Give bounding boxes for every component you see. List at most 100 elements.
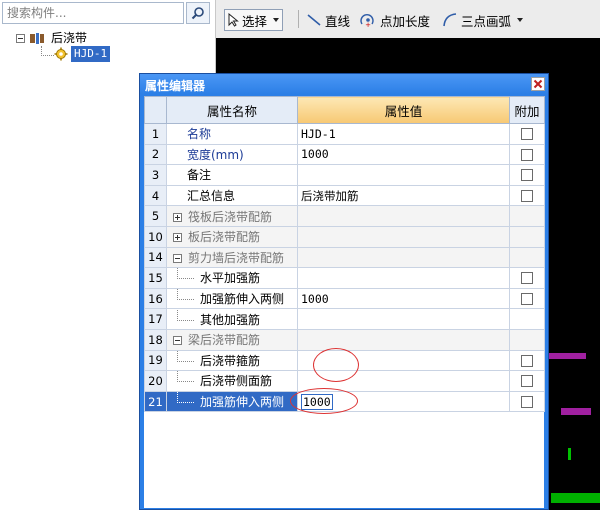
collapse-toggle[interactable] [16,33,25,43]
search-box [2,2,184,24]
search-input[interactable] [3,3,183,23]
property-value: 1000 [301,291,329,306]
table-row[interactable]: 1 名称 HJD-1 [144,123,545,145]
property-name-cell: 名称 [166,123,298,145]
collapse-icon[interactable] [173,336,182,346]
row-number: 4 [144,184,167,207]
row-number: 20 [144,370,167,392]
three-point-arc-button[interactable]: 三点画弧 [442,9,524,31]
extra-cell [509,246,545,269]
extra-checkbox[interactable] [521,128,533,141]
tree-node-hjd-1[interactable]: HJD-1 [54,46,111,62]
header-name: 属性名称 [166,96,298,124]
table-row[interactable]: 18 梁后浇带配筋 [144,328,545,351]
extra-cell [509,287,545,310]
row-number: 15 [144,267,167,289]
canvas-element [568,448,571,460]
tree-node-root[interactable]: 后浇带 [16,30,90,46]
property-value-cell[interactable] [297,164,510,186]
expand-icon[interactable] [173,233,182,243]
search-button[interactable] [186,2,210,24]
row-number: 1 [144,123,167,145]
extra-cell [509,370,545,392]
drawing-toolbar: 选择 直线 + 点加长度 三点画弧 [216,0,600,39]
table-row[interactable]: 16 加强筋伸入两侧 1000 [144,287,545,310]
property-name: 备注 [187,168,212,183]
extra-checkbox[interactable] [521,375,533,388]
tree-connector [41,46,54,56]
close-icon [533,79,543,89]
tree-root-label: 后浇带 [51,31,88,45]
toolbar-divider [298,10,299,28]
property-name: 剪力墙后浇带配筋 [188,250,285,265]
property-name-cell: 水平加强筋 [166,267,298,289]
table-row[interactable]: 17 其他加强筋 [144,308,545,330]
property-value: 1000 [301,147,329,162]
extra-checkbox[interactable] [521,148,533,161]
property-value-cell[interactable]: HJD-1 [297,123,510,145]
property-name-cell: 后浇带侧面筋 [166,370,298,392]
property-value-cell[interactable]: 1000 [297,287,510,310]
arc-tool-icon [443,13,457,27]
extra-checkbox[interactable] [521,396,533,409]
table-row[interactable]: 15 水平加强筋 [144,267,545,289]
property-value-cell[interactable] [297,328,510,351]
point-extend-icon: + [360,14,374,28]
row-number: 5 [144,205,167,227]
property-name: 名称 [187,127,212,142]
property-name-cell: 其他加强筋 [166,308,298,330]
annotation-circle [313,348,359,382]
property-name-cell: 加强筋伸入两侧 [166,390,298,413]
close-button[interactable] [531,77,545,91]
table-row[interactable]: 14 剪力墙后浇带配筋 [144,246,545,269]
tree-branch [177,351,194,362]
line-label: 直线 [325,13,351,29]
extra-cell [509,205,545,227]
select-button[interactable]: 选择 [224,9,284,31]
property-name-cell: 板后浇带配筋 [166,225,298,248]
extra-cell [509,390,545,413]
property-name-cell: 备注 [166,164,298,186]
property-value-cell[interactable] [297,246,510,269]
extra-checkbox[interactable] [521,293,533,306]
property-name: 筏板后浇带配筋 [188,209,273,224]
property-value-cell[interactable] [297,225,510,248]
property-name: 水平加强筋 [200,271,261,286]
property-name-cell: 筏板后浇带配筋 [166,205,298,227]
chevron-down-icon[interactable] [273,18,280,22]
property-value-cell[interactable] [297,308,510,330]
property-name: 加强筋伸入两侧 [200,292,285,307]
table-row[interactable]: 2 宽度(mm) 1000 [144,143,545,166]
gear-icon [54,47,68,61]
point-extend-button[interactable]: + 点加长度 [359,9,430,31]
extra-checkbox[interactable] [521,169,533,182]
dialog-title-bar[interactable]: 属性编辑器 [140,74,548,94]
property-value: HJD-1 [301,126,336,141]
property-value-cell[interactable] [297,205,510,227]
expand-icon[interactable] [173,212,182,222]
property-name: 汇总信息 [187,189,236,204]
table-row[interactable]: 5 筏板后浇带配筋 [144,205,545,227]
extra-checkbox[interactable] [521,354,533,367]
row-number: 17 [144,308,167,330]
canvas-element [546,353,586,359]
extra-checkbox[interactable] [521,190,533,203]
arc-label: 三点画弧 [461,13,512,29]
property-value-cell[interactable] [297,267,510,289]
header-value: 属性值 [297,96,510,124]
property-value-cell[interactable]: 后浇带加筋 [297,184,510,207]
table-row[interactable]: 4 汇总信息 后浇带加筋 [144,184,545,207]
property-name: 后浇带箍筋 [200,353,261,368]
property-name: 宽度(mm) [187,147,244,162]
tree-branch [177,392,194,404]
line-button[interactable]: 直线 [306,9,350,31]
extra-checkbox[interactable] [521,272,533,285]
property-name: 板后浇带配筋 [188,230,261,245]
table-row[interactable]: 10 板后浇带配筋 [144,225,545,248]
property-name: 其他加强筋 [200,312,261,327]
table-row[interactable]: 3 备注 [144,164,545,186]
collapse-icon[interactable] [173,253,182,263]
chevron-down-icon[interactable] [517,18,524,22]
property-name-cell: 宽度(mm) [166,143,298,166]
property-value-cell[interactable]: 1000 [297,143,510,166]
